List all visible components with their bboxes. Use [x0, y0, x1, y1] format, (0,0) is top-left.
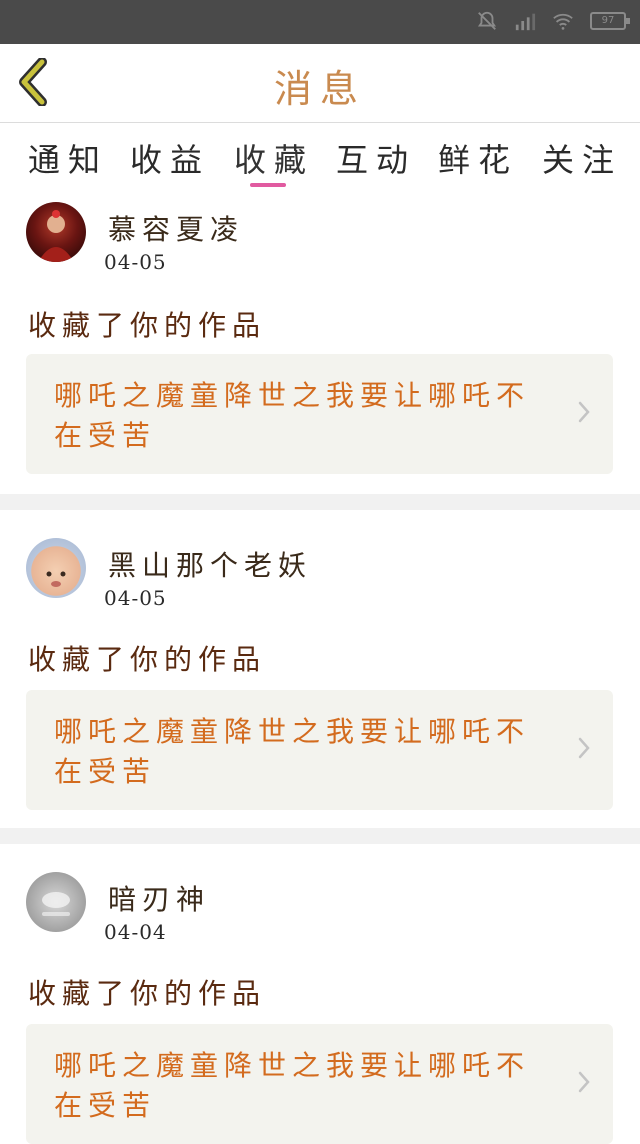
chevron-right-icon	[578, 1071, 590, 1093]
message-date: 04-05	[104, 586, 167, 610]
signal-icon	[515, 13, 536, 31]
action-text: 收藏了你的作品	[28, 643, 267, 676]
tab-bar: 通知 收益 收藏 互动 鲜花 关注	[0, 123, 640, 191]
separator	[0, 494, 640, 510]
list-item: 慕容夏凌 04-05 收藏了你的作品 哪吒之魔童降世之我要让哪吒不在受苦	[0, 192, 640, 494]
work-link[interactable]: 哪吒之魔童降世之我要让哪吒不在受苦	[26, 690, 613, 810]
tab-favorites[interactable]: 收藏	[234, 135, 314, 181]
header: 消息	[0, 44, 640, 123]
tab-interactions[interactable]: 互动	[336, 135, 416, 181]
work-title: 哪吒之魔童降世之我要让哪吒不在受苦	[54, 715, 531, 788]
page-title: 消息	[273, 67, 366, 111]
active-tab-indicator	[250, 183, 286, 187]
user-name[interactable]: 暗刃神	[108, 878, 210, 918]
chevron-right-icon	[578, 737, 590, 759]
status-icons: 97	[476, 10, 630, 32]
tab-flowers[interactable]: 鲜花	[438, 135, 518, 181]
avatar-figure-icon	[38, 210, 74, 262]
tab-follows[interactable]: 关注	[542, 135, 622, 181]
work-title: 哪吒之魔童降世之我要让哪吒不在受苦	[54, 1049, 531, 1122]
avatar[interactable]	[26, 538, 86, 598]
tab-notifications[interactable]: 通知	[28, 135, 108, 181]
avatar[interactable]	[26, 872, 86, 932]
user-name[interactable]: 黑山那个老妖	[108, 544, 312, 584]
separator	[0, 828, 640, 844]
message-date: 04-05	[104, 250, 167, 274]
wifi-icon	[553, 13, 573, 30]
action-text: 收藏了你的作品	[28, 309, 267, 342]
action-text: 收藏了你的作品	[28, 977, 267, 1010]
work-title: 哪吒之魔童降世之我要让哪吒不在受苦	[54, 379, 531, 452]
battery-icon: 97	[590, 12, 630, 30]
work-link[interactable]: 哪吒之魔童降世之我要让哪吒不在受苦	[26, 354, 613, 474]
message-date: 04-04	[104, 920, 167, 944]
battery-level: 97	[601, 15, 615, 26]
tab-earnings[interactable]: 收益	[130, 135, 210, 181]
list-item: 暗刃神 04-04 收藏了你的作品 哪吒之魔童降世之我要让哪吒不在受苦	[0, 844, 640, 1144]
work-link[interactable]: 哪吒之魔童降世之我要让哪吒不在受苦	[26, 1024, 613, 1144]
avatar-baby-icon	[46, 571, 66, 587]
user-name[interactable]: 慕容夏凌	[108, 208, 244, 248]
mute-icon	[477, 11, 497, 30]
avatar[interactable]	[26, 202, 86, 262]
list-item: 黑山那个老妖 04-05 收藏了你的作品 哪吒之魔童降世之我要让哪吒不在受苦	[0, 510, 640, 828]
avatar-logo-icon	[42, 892, 70, 916]
status-bar: 97	[0, 0, 640, 44]
chevron-right-icon	[578, 401, 590, 423]
